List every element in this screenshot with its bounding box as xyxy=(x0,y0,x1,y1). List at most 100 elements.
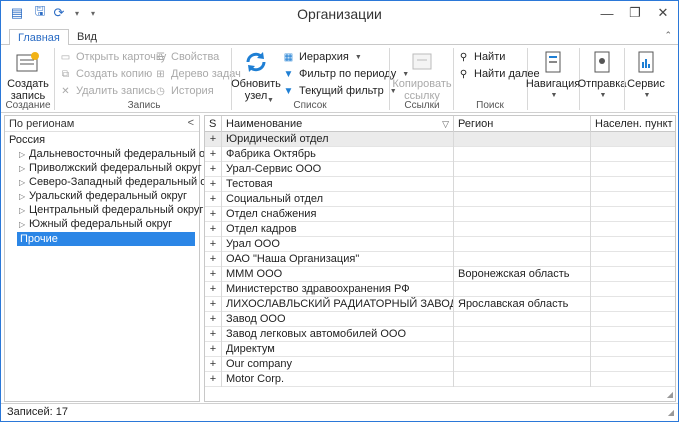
table-row[interactable]: + Министерство здравоохранения РФ xyxy=(205,282,675,297)
expand-row-button[interactable]: + xyxy=(205,192,222,207)
expand-row-button[interactable]: + xyxy=(205,162,222,177)
table-row[interactable]: +ЛИХОСЛАВЛЬСКИЙ РАДИАТОРНЫЙ ЗАВОД ОАОЯро… xyxy=(205,297,675,312)
create-record-label: Создать запись xyxy=(7,78,49,102)
tree-item-label: Приволжский федеральный округ xyxy=(29,162,202,174)
refresh-icon xyxy=(242,49,270,75)
minimize-button[interactable]: — xyxy=(594,3,620,23)
expand-icon[interactable]: ▷ xyxy=(19,150,29,159)
cell-name: Социальный отдел xyxy=(222,192,454,207)
expand-row-button[interactable]: + xyxy=(205,132,222,147)
table-row[interactable]: + Юридический отдел xyxy=(205,132,675,147)
table-row[interactable]: + Отдел снабжения xyxy=(205,207,675,222)
chevron-down-icon: ▼ xyxy=(354,53,362,61)
tree-item-district[interactable]: ▷ Центральный федеральный округ xyxy=(19,203,203,217)
restore-button[interactable]: ❐ xyxy=(622,3,648,23)
service-button[interactable]: Сервис ▼ xyxy=(627,49,665,102)
expand-icon[interactable]: ▷ xyxy=(19,192,29,201)
table-row[interactable]: + Отдел кадров xyxy=(205,222,675,237)
close-button[interactable]: ✕ xyxy=(650,3,676,23)
tab-home[interactable]: Главная xyxy=(9,29,69,46)
table-row[interactable]: + Завод легковых автомобилей ООО xyxy=(205,327,675,342)
service-label: Сервис xyxy=(627,78,665,90)
expand-row-button[interactable]: + xyxy=(205,282,222,297)
tree-item-other[interactable]: Прочие xyxy=(17,232,195,246)
hierarchy-button[interactable]: ▦ Иерархия ▼ xyxy=(282,49,362,65)
cell-region xyxy=(454,372,591,387)
tree-item-label: Центральный федеральный округ xyxy=(29,204,204,216)
find-button[interactable]: ⚲ Найти xyxy=(457,49,506,65)
expand-row-button[interactable]: + xyxy=(205,297,222,312)
tree-item-district[interactable]: ▷ Дальневосточный федеральный округ xyxy=(19,147,225,161)
expand-row-button[interactable]: + xyxy=(205,312,222,327)
navigation-button[interactable]: Навигация ▼ xyxy=(526,49,580,102)
expand-row-button[interactable]: + xyxy=(205,327,222,342)
expand-row-button[interactable]: + xyxy=(205,177,222,192)
create-copy-button[interactable]: ⧉ Создать копию xyxy=(59,66,152,82)
tree-item-district[interactable]: ▷ Южный федеральный округ xyxy=(19,217,172,231)
table-row[interactable]: + Социальный отдел xyxy=(205,192,675,207)
group-list-label: Список xyxy=(293,100,327,111)
column-header-settlement[interactable]: Населен. пункт xyxy=(591,116,675,132)
current-filter-button[interactable]: ▼ Текущий фильтр ▼ xyxy=(282,83,397,99)
cell-name: Motor Corp. xyxy=(222,372,454,387)
history-button[interactable]: ◷ История xyxy=(154,83,214,99)
cell-settlement xyxy=(591,237,675,252)
group-divider xyxy=(624,48,625,110)
tree-item-district[interactable]: ▷ Приволжский федеральный округ xyxy=(19,161,202,175)
refresh-node-button[interactable]: Обновить узел ▼ xyxy=(231,49,281,104)
expand-icon[interactable]: ▷ xyxy=(19,164,29,173)
open-card-label: Открыть карточку xyxy=(76,51,167,63)
ribbon-tabs: Главная Вид ⌃ xyxy=(1,27,678,46)
expand-row-button[interactable]: + xyxy=(205,207,222,222)
table-row[interactable]: + Our company xyxy=(205,357,675,372)
table-row[interactable]: + ОАО "Наша Организация" xyxy=(205,252,675,267)
tree-root-russia[interactable]: Россия xyxy=(9,133,45,147)
table-row[interactable]: + МММ ООО Воронежская область xyxy=(205,267,675,282)
expand-row-button[interactable]: + xyxy=(205,147,222,162)
table-row[interactable]: + Урал ООО xyxy=(205,237,675,252)
cell-region xyxy=(454,342,591,357)
resize-grip-icon[interactable]: ◢ xyxy=(668,408,674,417)
table-row[interactable]: + Директум xyxy=(205,342,675,357)
table-row[interactable]: + Урал-Сервис ООО xyxy=(205,162,675,177)
column-header-name[interactable]: Наименование ▽ xyxy=(222,116,454,132)
tab-view[interactable]: Вид xyxy=(69,29,105,46)
group-divider xyxy=(389,48,390,110)
task-tree-button[interactable]: ⊞ Дерево задач xyxy=(154,66,241,82)
column-header-region[interactable]: Регион xyxy=(454,116,591,132)
create-record-button[interactable]: Создать запись xyxy=(7,49,49,102)
collapse-panel-button[interactable]: < xyxy=(188,117,194,129)
expand-icon[interactable]: ▷ xyxy=(19,220,29,229)
filter-icon[interactable]: ▽ xyxy=(442,119,449,130)
properties-button[interactable]: ☰ Свойства xyxy=(154,49,219,65)
expand-row-button[interactable]: + xyxy=(205,222,222,237)
sending-button[interactable]: Отправка ▼ xyxy=(578,49,626,102)
copy-link-button[interactable]: Копировать ссылку xyxy=(392,49,452,102)
delete-record-button[interactable]: ✕ Удалить запись xyxy=(59,83,155,99)
expand-icon[interactable]: ▷ xyxy=(19,178,29,187)
expand-row-button[interactable]: + xyxy=(205,237,222,252)
chevron-up-icon[interactable]: ⌃ xyxy=(664,30,672,41)
table-row[interactable]: + Motor Corp. xyxy=(205,372,675,387)
open-card-button[interactable]: ▭ Открыть карточку xyxy=(59,49,167,65)
table-row[interactable]: + Завод ООО xyxy=(205,312,675,327)
cell-name: Отдел кадров xyxy=(222,222,454,237)
record-count: Записей: 17 xyxy=(7,406,68,418)
expand-icon[interactable]: ▷ xyxy=(19,206,29,215)
tree-item-district[interactable]: ▷ Северо-Западный федеральный округ xyxy=(19,175,227,189)
expand-row-button[interactable]: + xyxy=(205,357,222,372)
expand-row-button[interactable]: + xyxy=(205,342,222,357)
expand-row-button[interactable]: + xyxy=(205,372,222,387)
resize-grip-icon: ◢ xyxy=(666,390,673,399)
cell-name: Отдел снабжения xyxy=(222,207,454,222)
expand-row-button[interactable]: + xyxy=(205,252,222,267)
cell-settlement xyxy=(591,297,675,312)
table-row[interactable]: + Тестовая xyxy=(205,177,675,192)
table-row[interactable]: + Фабрика Октябрь xyxy=(205,147,675,162)
cell-region xyxy=(454,192,591,207)
period-filter-button[interactable]: ▼ Фильтр по периоду ▼ xyxy=(282,66,410,82)
expand-row-button[interactable]: + xyxy=(205,267,222,282)
column-header-s[interactable]: S xyxy=(205,116,222,132)
tree-item-district[interactable]: ▷ Уральский федеральный округ xyxy=(19,189,187,203)
copy-icon: ⧉ xyxy=(61,68,70,80)
